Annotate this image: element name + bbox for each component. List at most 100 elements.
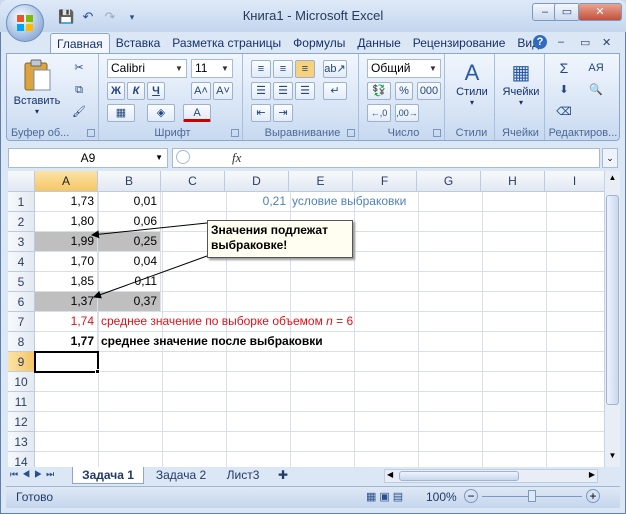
sort-filter-icon[interactable]: AЯ bbox=[581, 60, 611, 78]
group-label-editing: Редактиров... bbox=[548, 127, 618, 139]
format-painter-icon[interactable]: 🖌 bbox=[69, 104, 89, 122]
align-left-icon[interactable]: ☰ bbox=[251, 82, 271, 100]
group-label-alignment: Выравнивание bbox=[264, 127, 341, 139]
number-launcher-icon[interactable] bbox=[433, 129, 441, 137]
fill-icon[interactable]: ⬇ bbox=[551, 82, 577, 100]
find-select-icon[interactable]: 🔍 bbox=[581, 82, 611, 100]
chevron-down-icon: ▾ bbox=[469, 98, 474, 107]
tab-page-layout[interactable]: Разметка страницы bbox=[166, 33, 287, 53]
styles-button-label: Стили bbox=[456, 86, 488, 98]
italic-button[interactable]: К bbox=[127, 82, 145, 100]
help-icon[interactable]: ? bbox=[533, 35, 547, 49]
align-bottom-icon[interactable]: ≡ bbox=[295, 60, 315, 78]
horizontal-scrollbar[interactable]: ◀ ▶ bbox=[384, 469, 598, 483]
scroll-right-icon[interactable]: ▶ bbox=[589, 470, 595, 479]
cells-button[interactable]: ▦ Ячейки ▾ bbox=[499, 60, 543, 107]
underline-button[interactable]: Ч bbox=[147, 82, 165, 100]
font-size-select[interactable]: 11 ▼ bbox=[191, 59, 233, 78]
scroll-up-icon[interactable]: ▲ bbox=[606, 173, 619, 187]
ribbon-restore-icon[interactable]: ▭ bbox=[580, 36, 590, 49]
sheet-tab-1[interactable]: Задача 1 bbox=[72, 467, 144, 484]
font-size-value: 11 bbox=[195, 61, 208, 75]
tab-home[interactable]: Главная bbox=[50, 33, 110, 53]
group-alignment: ≡ ≡ ≡ ab↗ ☰ ☰ ☰ ↵ ⇤ ⇥ Выравнивание bbox=[247, 54, 359, 140]
alignment-launcher-icon[interactable] bbox=[347, 129, 355, 137]
align-middle-icon[interactable]: ≡ bbox=[273, 60, 293, 78]
group-cells: ▦ Ячейки ▾ Ячейки bbox=[497, 54, 545, 140]
status-bar: Готово ▦▣▤ 100% − + bbox=[6, 486, 620, 508]
vertical-scrollbar[interactable]: ▲ ▼ bbox=[604, 171, 620, 467]
group-number: Общий ▼ 💱 % 000 ←,0 ,00→ Число bbox=[363, 54, 445, 140]
scroll-thumb[interactable] bbox=[606, 195, 619, 405]
clear-icon[interactable]: ⌫ bbox=[551, 104, 577, 122]
ribbon-close-icon[interactable]: ✕ bbox=[602, 36, 611, 49]
sheet-tab-3[interactable]: Лист3 bbox=[218, 467, 268, 484]
thousands-button[interactable]: 000 bbox=[417, 82, 441, 100]
currency-icon[interactable]: 💱 bbox=[367, 82, 391, 100]
font-launcher-icon[interactable] bbox=[231, 129, 239, 137]
arrow-to-a3 bbox=[91, 222, 208, 239]
decrease-decimal-icon[interactable]: ,00→ bbox=[395, 104, 419, 122]
increase-decimal-icon[interactable]: ←,0 bbox=[367, 104, 391, 122]
orientation-icon[interactable]: ab↗ bbox=[323, 60, 347, 78]
shrink-font-icon[interactable]: A˅ bbox=[213, 82, 233, 100]
scroll-down-icon[interactable]: ▼ bbox=[606, 451, 619, 465]
zoom-slider-thumb[interactable] bbox=[528, 490, 536, 502]
percent-button[interactable]: % bbox=[395, 82, 413, 100]
increase-indent-icon[interactable]: ⇥ bbox=[273, 104, 293, 122]
autosum-icon[interactable]: Σ bbox=[551, 60, 577, 78]
name-box-value: A9 bbox=[80, 151, 96, 165]
callout-note[interactable]: Значения подлежат выбраковке! bbox=[207, 220, 353, 258]
ribbon: Вставить ▾ ✂ ⧉ 🖌 Буфер об... Calibri ▼ 11… bbox=[6, 53, 620, 141]
sheet-tab-2[interactable]: Задача 2 bbox=[148, 467, 214, 484]
font-color-icon[interactable]: A bbox=[183, 104, 211, 122]
callout-arrows bbox=[91, 222, 208, 299]
restore-button[interactable]: ▭ bbox=[554, 3, 580, 21]
font-family-value: Calibri bbox=[111, 61, 146, 75]
chevron-down-icon: ▼ bbox=[175, 64, 183, 73]
close-button[interactable]: ✕ bbox=[578, 3, 622, 21]
group-font: Calibri ▼ 11 ▼ Ж К Ч A˄ A˅ ▦ ◈ A Шрифт bbox=[103, 54, 243, 140]
group-label-number: Число bbox=[387, 127, 420, 139]
fill-color-icon[interactable]: ◈ bbox=[147, 104, 175, 122]
formula-expand-chevron-icon[interactable]: ⌄ bbox=[602, 148, 618, 168]
align-top-icon[interactable]: ≡ bbox=[251, 60, 271, 78]
scroll-left-icon[interactable]: ◀ bbox=[387, 470, 393, 479]
view-buttons-icon[interactable]: ▦▣▤ bbox=[366, 490, 406, 503]
grow-font-icon[interactable]: A˄ bbox=[191, 82, 211, 100]
h-scroll-thumb[interactable] bbox=[399, 471, 519, 481]
cells-icon: ▦ bbox=[511, 62, 531, 84]
styles-button[interactable]: A Стили ▾ bbox=[451, 60, 493, 107]
tab-insert[interactable]: Вставка bbox=[110, 33, 167, 53]
wrap-text-icon[interactable]: ↵ bbox=[323, 82, 347, 100]
zoom-out-icon[interactable]: − bbox=[464, 489, 478, 503]
number-format-select[interactable]: Общий ▼ bbox=[367, 59, 441, 78]
insert-sheet-icon[interactable]: ✚ bbox=[272, 467, 294, 484]
name-box[interactable]: A9 ▼ bbox=[8, 148, 168, 168]
align-right-icon[interactable]: ☰ bbox=[295, 82, 315, 100]
decrease-indent-icon[interactable]: ⇤ bbox=[251, 104, 271, 122]
tab-review[interactable]: Рецензирование bbox=[407, 33, 512, 53]
font-family-select[interactable]: Calibri ▼ bbox=[107, 59, 187, 78]
paste-dropdown-icon[interactable]: ▾ bbox=[11, 107, 63, 116]
paste-button[interactable]: Вставить ▾ bbox=[11, 58, 63, 116]
borders-icon[interactable]: ▦ bbox=[107, 104, 135, 122]
zoom-in-icon[interactable]: + bbox=[586, 489, 600, 503]
bold-button[interactable]: Ж bbox=[107, 82, 125, 100]
sheet-nav-icons[interactable]: ⏮◀▶⏭ bbox=[10, 469, 58, 480]
ribbon-minimize-icon[interactable]: – bbox=[558, 36, 564, 48]
tab-data[interactable]: Данные bbox=[351, 33, 406, 53]
zoom-level[interactable]: 100% bbox=[426, 490, 457, 504]
cut-icon[interactable]: ✂ bbox=[69, 60, 89, 78]
group-label-styles: Стили bbox=[455, 127, 488, 139]
callout-line-1: Значения подлежат bbox=[211, 223, 328, 237]
insert-function-button[interactable]: fx bbox=[232, 150, 241, 166]
formula-bar-expand-icon[interactable] bbox=[176, 150, 190, 164]
worksheet-grid: A B C D E F G H I 1 2 3 4 5 6 7 8 9 10 1… bbox=[8, 171, 604, 467]
tab-formulas[interactable]: Формулы bbox=[287, 33, 351, 53]
group-label-clipboard: Буфер об... bbox=[11, 127, 70, 139]
sheet-tabs-bar: ⏮◀▶⏭ Задача 1 Задача 2 Лист3 ✚ ◀ ▶ bbox=[8, 467, 622, 485]
copy-icon[interactable]: ⧉ bbox=[69, 82, 89, 100]
clipboard-launcher-icon[interactable] bbox=[87, 129, 95, 137]
align-center-icon[interactable]: ☰ bbox=[273, 82, 293, 100]
